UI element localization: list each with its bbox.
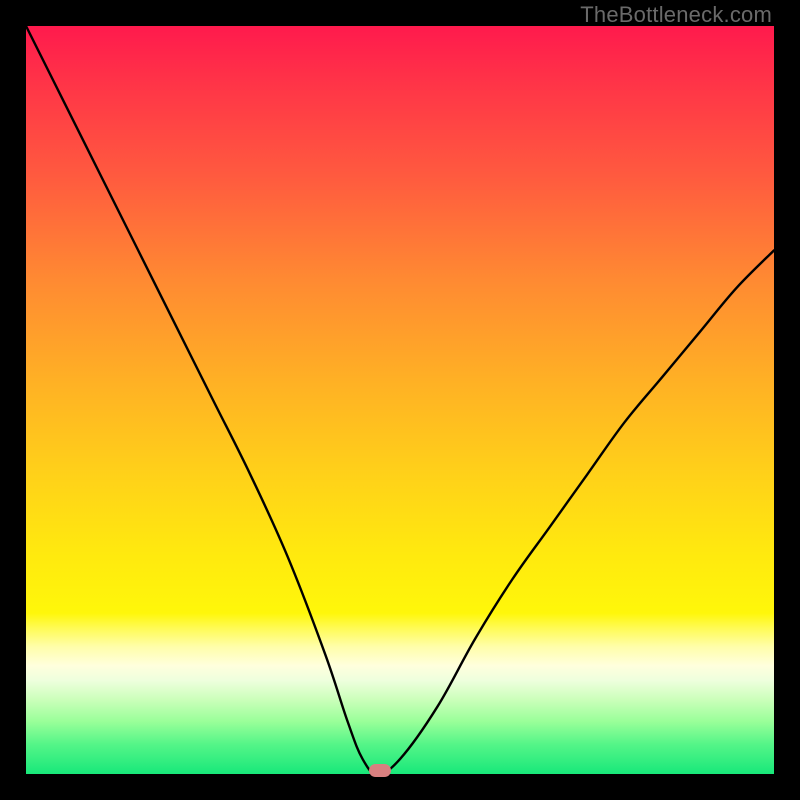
watermark-text: TheBottleneck.com <box>580 2 772 28</box>
chart-frame: TheBottleneck.com <box>0 0 800 800</box>
bottleneck-curve <box>26 26 774 774</box>
optimum-marker <box>369 764 391 777</box>
chart-plot-area <box>26 26 774 774</box>
